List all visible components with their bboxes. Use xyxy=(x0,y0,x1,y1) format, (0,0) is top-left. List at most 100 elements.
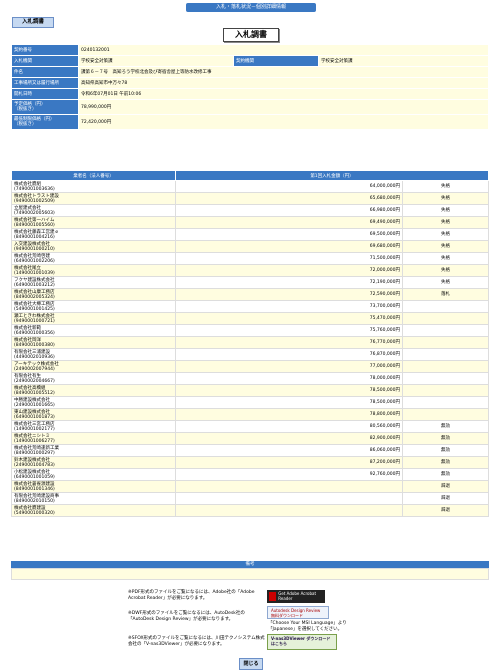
bidder-name-cell: 株式会社鷹建設 (5490001000320) xyxy=(11,504,176,517)
corporate-number: (6490001002206) xyxy=(14,258,55,264)
corporate-number: (5490001000320) xyxy=(14,510,55,516)
amount-column-header: 第1回入札金額（円） xyxy=(175,170,489,181)
info-row-agency: 入札機関 学校安全対策課 契約機関 学校安全対策課 xyxy=(11,55,489,67)
bidder-name-cell: アーキテック株式会社 (2490002007944) xyxy=(11,360,176,373)
bidder-name-cell: 株式会社第一ハイム (8490001005560) xyxy=(11,216,176,229)
bidder-name-cell: 有限会社有生 (2490002004667) xyxy=(11,372,176,385)
bidder-column-header: 業者名（法人番号） xyxy=(11,170,176,181)
bid-row: フクヤ建設株式会社 (6490001003212) 72,190,000円 失格 xyxy=(11,276,489,289)
bid-amount: 69,490,000円 xyxy=(175,216,403,229)
bid-result xyxy=(402,300,489,313)
bid-amount: 64,000,000円 xyxy=(175,180,403,193)
bid-result: 無効 xyxy=(402,444,489,457)
bidder-name-cell: 株式会社高橋組 (8490001005512) xyxy=(11,384,176,397)
bid-result xyxy=(402,384,489,397)
bid-result: 無効 xyxy=(402,432,489,445)
bid-amount: 69,500,000円 xyxy=(175,228,403,241)
pdf-icon xyxy=(269,592,276,601)
corporate-number: (8490002010150) xyxy=(14,498,55,504)
bid-amount: 72,590,000円 xyxy=(175,288,403,301)
bid-amount: 76,770,000円 xyxy=(175,336,403,349)
bid-row: 株式会社第一ハイム (8490001005560) 69,490,000円 失格 xyxy=(11,216,489,229)
info-row-estimated-price: 予定価格（円） （税抜き） 78,990,000円 xyxy=(11,99,489,115)
bidder-name-cell: 有限会社荒崎建設商事 (8490002010150) xyxy=(11,492,176,505)
bid-amount: 78,000,000円 xyxy=(175,372,403,385)
vnas-viewer-badge[interactable]: V-nas3DViewer ダウンロードはこちら xyxy=(267,634,337,650)
bid-result: 失格 xyxy=(402,264,489,277)
corporate-number: (2490001004783) xyxy=(14,462,55,468)
bidder-name-cell: 中勝建設株式会社 (2490001001665) xyxy=(11,396,176,409)
bid-result: 落札 xyxy=(402,288,489,301)
help-sfox-text: ※SFOX形式のファイルをご覧になるには、川田テクノシステム株式会社の「V-na… xyxy=(128,636,265,647)
bid-result xyxy=(402,312,489,325)
bid-result xyxy=(402,348,489,361)
bid-result xyxy=(402,336,489,349)
bid-row: 株式会社大樽工務店 (5490001001425) 73,700,000円 xyxy=(11,300,489,313)
bidder-name-cell: 株式会社三宮工務店 (1490001002177) xyxy=(11,420,176,433)
info-label: 契約番号 xyxy=(11,44,79,56)
corporate-number: (2490001001665) xyxy=(14,402,55,408)
bid-amount: 78,800,000円 xyxy=(175,408,403,421)
bid-amount: 77,000,000円 xyxy=(175,360,403,373)
bid-amount: 82,900,000円 xyxy=(175,432,403,445)
bid-result: 失格 xyxy=(402,252,489,265)
bid-row: 株式会社荒崎逢新工業 (8490001000297) 86,060,000円 無効 xyxy=(11,444,489,457)
autodesk-review-badge[interactable]: Autodesk Design Review 無料ダウンロード xyxy=(267,606,329,619)
info-label: 予定価格（円） （税抜き） xyxy=(11,99,79,115)
remarks-header: 備考 xyxy=(11,561,489,568)
bid-amount xyxy=(175,492,403,505)
corporate-number: (6490001001059) xyxy=(14,474,55,480)
bidder-name-cell: フクヤ建設株式会社 (6490001003212) xyxy=(11,276,176,289)
corporate-number: (7490002005603) xyxy=(14,210,55,216)
bid-amount: 66,980,000円 xyxy=(175,204,403,217)
adobe-reader-badge[interactable]: Get Adobe Acrobat Reader xyxy=(267,590,325,603)
help-pdf-text: ※PDF形式のファイルをご覧になるには、Adobe社の「Adobe Acroba… xyxy=(128,590,255,601)
bid-amount: 78,500,000円 xyxy=(175,384,403,397)
bid-row: 瀬工ときわ株式会社 (9490001000721) 75,470,000円 xyxy=(11,312,489,325)
bid-result: 辞退 xyxy=(402,492,489,505)
autodesk-badge-label: Autodesk Design Review 無料ダウンロード xyxy=(271,608,321,618)
bid-row: 入交建設株式会社 (9490001000210) 69,680,000円 失格 xyxy=(11,240,489,253)
help-dwf-language-note: 「Choose Your MSI Language」より「Japanese」を選… xyxy=(268,621,347,632)
corporate-number: (6490001001873) xyxy=(14,414,55,420)
bid-row: 中勝建設株式会社 (2490001001665) 78,500,000円 xyxy=(11,396,489,409)
bidder-name-cell: 瀬工ときわ株式会社 (9490001000721) xyxy=(11,312,176,325)
corporate-number: (8490002005324) xyxy=(14,294,55,300)
bid-amount: 72,000,000円 xyxy=(175,264,403,277)
bid-row: 有限会社荒崎建設商事 (8490002010150) 辞退 xyxy=(11,492,489,505)
corporate-number: (1490001001039) xyxy=(14,270,55,276)
info-value: 72,420,000円 xyxy=(78,114,489,130)
bid-amount: 65,680,000円 xyxy=(175,192,403,205)
bid-result: 辞退 xyxy=(402,480,489,493)
info-value: 78,990,000円 xyxy=(78,99,489,115)
info-label: 入札機関 xyxy=(11,55,79,67)
info-label: 工事場所又は履行場所 xyxy=(11,77,79,89)
bidder-name-cell: 株式会社荒崎啓建 (6490001002206) xyxy=(11,252,176,265)
close-button[interactable]: 閉じる xyxy=(239,658,263,670)
info-value: 学校安全対策課 xyxy=(318,55,489,67)
bid-row: 株式会社荒崎啓建 (6490001002206) 71,500,000円 失格 xyxy=(11,252,489,265)
bid-row: 株式会社三宮工務店 (1490001002177) 80,560,000円 無効 xyxy=(11,420,489,433)
adobe-badge-label: Get Adobe Acrobat Reader xyxy=(278,591,317,601)
info-label: 契約機関 xyxy=(233,55,319,67)
info-value: 0240132001 xyxy=(78,44,489,56)
bid-result: 失格 xyxy=(402,192,489,205)
bidder-name-cell: 株式会社鷹組 (7490001003636) xyxy=(11,180,176,193)
bid-amount: 69,680,000円 xyxy=(175,240,403,253)
corporate-number: (8490001000297) xyxy=(14,450,55,456)
bid-row: 有限会社三浦建設 (4490002010936) 76,870,000円 xyxy=(11,348,489,361)
corporate-number: (2490002007944) xyxy=(14,366,55,372)
bid-row: 立屋建式会社 (7490002005603) 66,980,000円 失格 xyxy=(11,204,489,217)
bidder-name-cell: 株式会社尾立 (1490001001039) xyxy=(11,264,176,277)
page-title: 入札調書 xyxy=(223,28,279,42)
bidder-name-cell: 立屋建式会社 (7490002005603) xyxy=(11,204,176,217)
bidder-name-cell: 株式会社新範 (6490001000356) xyxy=(11,324,176,337)
corporate-number: (1490001006277) xyxy=(14,438,55,444)
info-value: 学校安全対策課 xyxy=(78,55,234,67)
bid-row: 東山建設株式会社 (6490001001873) 78,800,000円 xyxy=(11,408,489,421)
bidder-name-cell: 株式会社トラスト建設 (9490001002509) xyxy=(11,192,176,205)
corporate-number: (6490001000356) xyxy=(14,330,55,336)
bid-row: 株式会社鷹組 (7490001003636) 64,000,000円 失格 xyxy=(11,180,489,193)
bid-amount: 75,760,000円 xyxy=(175,324,403,337)
bidder-name-cell: 株式会社山康工務店 (8490002005324) xyxy=(11,288,176,301)
